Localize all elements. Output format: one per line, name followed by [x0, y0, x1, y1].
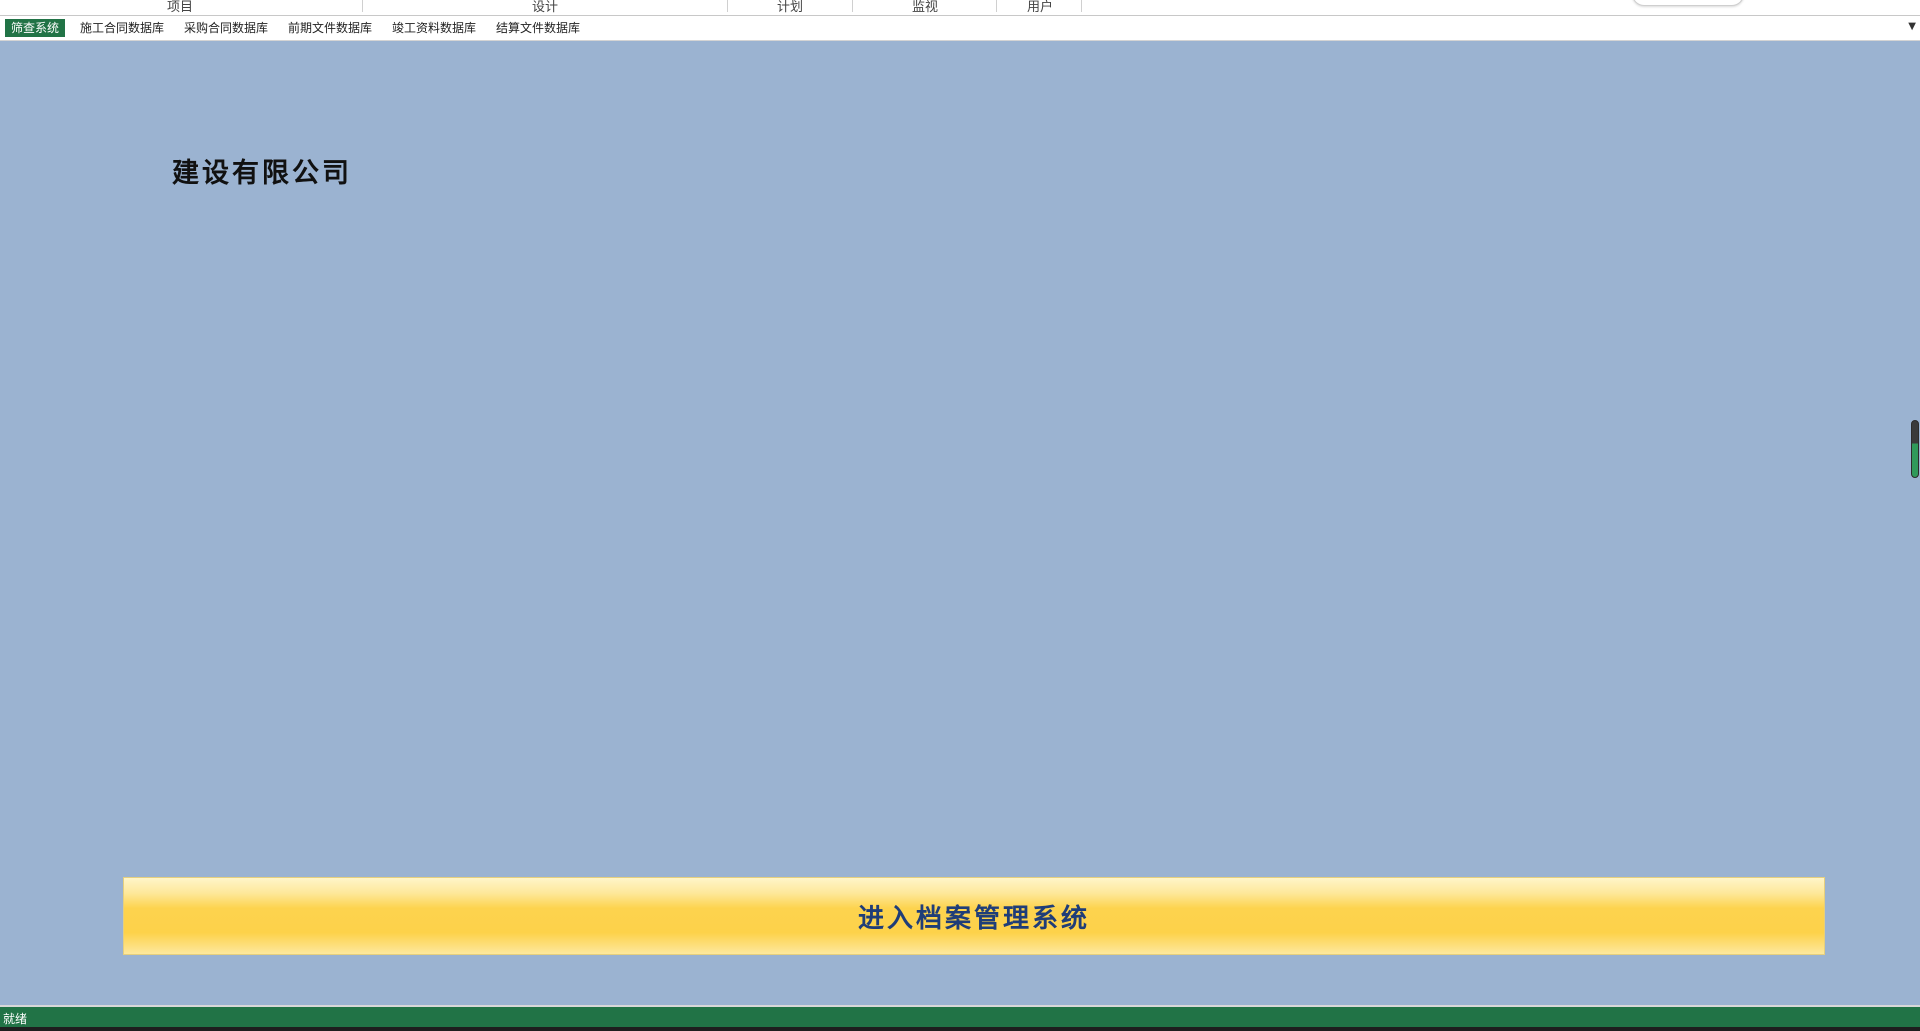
- ribbon-separator: [1081, 0, 1082, 12]
- ribbon-separator: [852, 0, 853, 12]
- ribbon-separator: [727, 0, 728, 12]
- chevron-down-icon[interactable]: ▼: [1908, 21, 1916, 32]
- ribbon-group-user[interactable]: 用户: [1020, 0, 1060, 15]
- sheet-tab-procurement-contracts[interactable]: 采购合同数据库: [178, 19, 274, 37]
- scroll-indicator[interactable]: [1911, 420, 1919, 478]
- ribbon-separator: [996, 0, 997, 12]
- ribbon-group-design[interactable]: 设计: [525, 0, 565, 15]
- enter-button-label: 进入档案管理系统: [857, 903, 1090, 934]
- sheet-tab-preliminary-documents[interactable]: 前期文件数据库: [282, 19, 378, 37]
- spreadsheet-window: 项目 设计 计划 监视 用户 筛查系统 施工合同数据库 采购合同数据库 前期文件…: [0, 0, 1920, 1031]
- sheet-tab-settlement-documents[interactable]: 结算文件数据库: [490, 19, 586, 37]
- ribbon-group-plan[interactable]: 计划: [770, 0, 810, 15]
- bottom-edge: [0, 1027, 1920, 1031]
- ribbon-group-monitor[interactable]: 监视: [905, 0, 945, 15]
- sheet-tab-bar: 筛查系统 施工合同数据库 采购合同数据库 前期文件数据库 竣工资料数据库 结算文…: [0, 16, 1920, 41]
- status-bar: 就绪: [0, 1005, 1920, 1029]
- ribbon-group-project[interactable]: 项目: [160, 0, 200, 15]
- enter-archive-system-button[interactable]: 进入档案管理系统: [123, 877, 1825, 955]
- company-name: 建设有限公司: [172, 158, 352, 189]
- ribbon-separator: [362, 0, 363, 12]
- ribbon-group-labels: 项目 设计 计划 监视 用户: [0, 0, 1920, 16]
- status-text: 就绪: [3, 1012, 28, 1026]
- sheet-tab-screening-system[interactable]: 筛查系统: [5, 19, 66, 37]
- sheet-tab-construction-contracts[interactable]: 施工合同数据库: [74, 19, 170, 37]
- sheet-tab-completion-documents[interactable]: 竣工资料数据库: [386, 19, 482, 37]
- ribbon-collapse-handle[interactable]: [1632, 0, 1744, 6]
